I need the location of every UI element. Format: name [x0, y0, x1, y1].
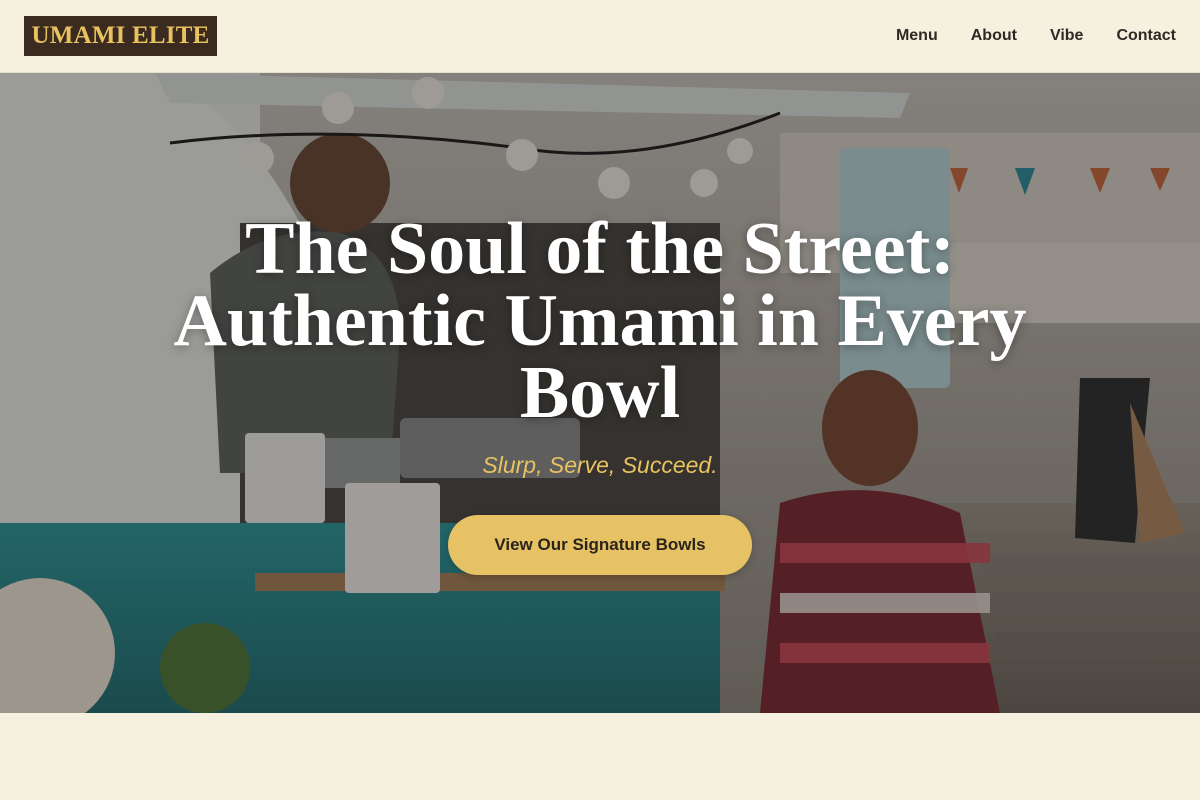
brand-logo[interactable]: UMAMI ELITE — [24, 16, 217, 56]
nav-item-menu[interactable]: Menu — [896, 27, 938, 45]
brand-logo-text: UMAMI ELITE — [31, 22, 210, 49]
view-signature-bowls-button[interactable]: View Our Signature Bowls — [448, 515, 752, 575]
hero-tagline: Slurp, Serve, Succeed. — [482, 452, 718, 478]
nav-item-vibe[interactable]: Vibe — [1050, 27, 1084, 45]
nav-item-contact[interactable]: Contact — [1116, 27, 1176, 45]
hero-headline: The Soul of the Street: Authentic Umami … — [173, 208, 1027, 434]
main-nav: Menu About Vibe Contact — [896, 27, 1176, 45]
hero-section: The Soul of the Street: Authentic Umami … — [0, 73, 1200, 713]
below-hero-section — [0, 713, 1200, 800]
nav-item-about[interactable]: About — [971, 27, 1017, 45]
top-navbar: UMAMI ELITE Menu About Vibe Contact — [0, 0, 1200, 73]
hero-content: The Soul of the Street: Authentic Umami … — [0, 73, 1200, 713]
